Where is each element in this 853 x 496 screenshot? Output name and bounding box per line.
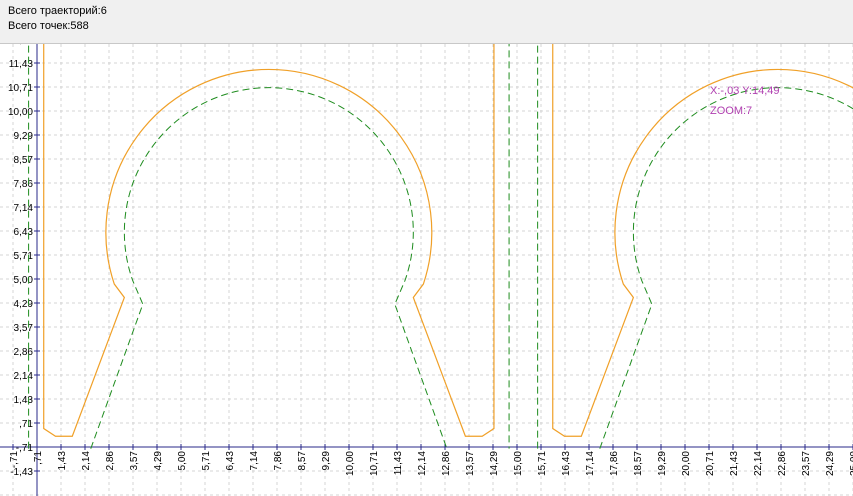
y-tick-label: 8,57 xyxy=(14,155,34,166)
contour-trajectory-right xyxy=(552,44,853,437)
x-tick-label: 4,29 xyxy=(153,451,164,471)
x-tick-label: 2,86 xyxy=(105,451,116,471)
x-tick-label: 17,14 xyxy=(585,451,596,476)
y-tick-label: 1,43 xyxy=(14,395,34,406)
x-tick-label: 22,86 xyxy=(777,451,788,476)
y-tick-label: 9,29 xyxy=(14,131,34,142)
x-tick-label: ,71 xyxy=(33,451,44,465)
x-tick-label: 18,57 xyxy=(633,451,644,476)
y-tick-label: 6,43 xyxy=(14,227,34,238)
x-tick-label: 17,86 xyxy=(609,451,620,476)
offset-trajectory-right xyxy=(537,44,853,449)
y-tick-label: 10,71 xyxy=(8,83,33,94)
trajectory-canvas[interactable]: 15,00 14,29 13,57 12,86 12,14 11,43 10,71 10,00… xyxy=(0,44,853,496)
x-tick-label: 24,29 xyxy=(825,451,836,476)
x-tick-label: 12,14 xyxy=(417,451,428,476)
x-tick-label: 10,00 xyxy=(345,451,356,476)
x-tick-label: 7,86 xyxy=(273,451,284,471)
y-tick-label: 5,71 xyxy=(14,251,34,262)
x-tick-label: 1,43 xyxy=(57,451,68,471)
y-tick-label: 11,43 xyxy=(9,59,34,70)
x-tick-label: 20,00 xyxy=(681,451,692,476)
x-tick-label: -,71 xyxy=(9,451,20,469)
y-tick-label: 10,00 xyxy=(8,107,33,118)
x-tick-label: 11,43 xyxy=(393,451,404,476)
x-tick-label: 15,00 xyxy=(513,451,524,476)
x-tick-label: 21,43 xyxy=(729,451,740,476)
trajectories-count: Всего траекторий:6 xyxy=(8,5,107,17)
x-tick-label: 6,43 xyxy=(225,451,236,471)
x-tick-label: 14,29 xyxy=(489,451,500,476)
y-tick-label: 2,86 xyxy=(14,347,34,358)
y-tick-label: 7,14 xyxy=(14,203,34,214)
x-tick-label: 12,86 xyxy=(441,451,452,476)
x-tick-label: 5,71 xyxy=(201,451,212,471)
x-tick-label: 8,57 xyxy=(297,451,308,471)
x-tick-label: 3,57 xyxy=(129,451,140,471)
points-count: Всего точек:588 xyxy=(8,20,89,32)
x-tick-label: 7,14 xyxy=(249,451,260,471)
y-tick-label: 12,14 xyxy=(8,44,33,46)
x-tick-label: 10,71 xyxy=(369,451,380,476)
x-tick-label: 16,43 xyxy=(561,451,572,476)
y-tick-label: ,71 xyxy=(19,419,33,430)
info-panel: Всего траекторий:6 Всего точек:588 xyxy=(0,0,853,44)
y-tick-label: 7,86 xyxy=(14,179,34,190)
x-tick-label: 5,00 xyxy=(177,451,188,471)
zoom-level: ZOOM:7 xyxy=(710,105,752,117)
y-tick-label: 3,57 xyxy=(14,323,34,334)
y-tick-label: 4,29 xyxy=(14,299,34,310)
contour-trajectory-left xyxy=(43,44,495,437)
x-tick-label: 23,57 xyxy=(801,451,812,476)
x-tick-label: 20,71 xyxy=(705,451,716,476)
x-tick-label: 2,14 xyxy=(81,451,92,471)
x-tick-label: 15,71 xyxy=(537,451,548,476)
y-tick-label: 2,14 xyxy=(14,371,34,382)
y-tick-label: 5,00 xyxy=(14,275,34,286)
offset-trajectory-left xyxy=(28,44,510,449)
cursor-coordinates: X:-,03 Y:14,49 xyxy=(710,85,780,97)
x-tick-label: 9,29 xyxy=(321,451,332,471)
x-tick-label: 22,14 xyxy=(753,451,764,476)
x-tick-label: 13,57 xyxy=(465,451,476,476)
x-tick-label: 19,29 xyxy=(657,451,668,476)
x-tick-label: 25,00 xyxy=(849,451,853,476)
